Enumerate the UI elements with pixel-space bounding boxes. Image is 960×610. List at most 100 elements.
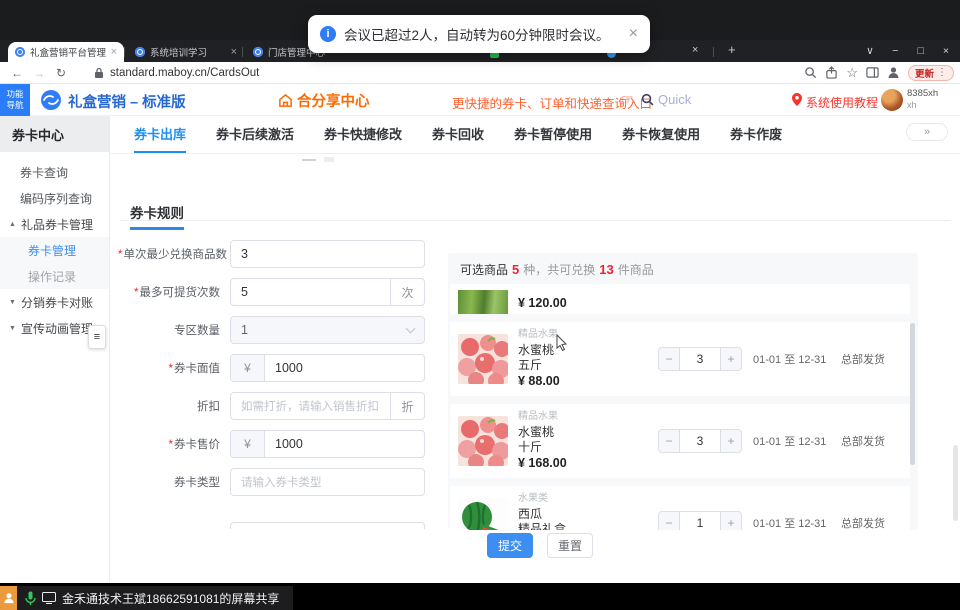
field-label-text: 最多可提货次数 bbox=[140, 287, 221, 299]
sidebar-item-gift-card-management[interactable]: ▲ 礼品券卡管理 bbox=[0, 211, 109, 237]
product-spec: 精品礼盒 bbox=[518, 522, 658, 530]
tab-card-quick-edit[interactable]: 券卡快捷修改 bbox=[324, 116, 402, 153]
card-type-input[interactable] bbox=[231, 469, 424, 495]
bookmark-star-icon[interactable]: ☆ bbox=[846, 66, 858, 79]
username-sub: xh bbox=[907, 100, 938, 111]
double-chevron-right-icon: » bbox=[924, 126, 930, 138]
stepper-plus-button[interactable]: + bbox=[720, 429, 742, 453]
product-date-range: 01-01 至 12-31 bbox=[753, 433, 839, 449]
toolbar-actions: ☆ 更新 ⋮ bbox=[804, 65, 960, 81]
stepper-minus-button[interactable]: − bbox=[658, 429, 680, 453]
collapse-right-button[interactable]: » bbox=[906, 123, 948, 141]
quantity-input[interactable] bbox=[680, 347, 720, 371]
share-center-link[interactable]: 合分享中心 bbox=[278, 90, 370, 111]
scrolled-partial-row bbox=[302, 157, 334, 162]
forward-icon[interactable]: → bbox=[28, 66, 50, 80]
tab-card-outbound[interactable]: 券卡出库 bbox=[134, 116, 186, 153]
tutorial-link[interactable]: 系统使用教程 bbox=[806, 94, 878, 111]
sidebar-item-operation-log[interactable]: 操作记录 bbox=[0, 263, 109, 289]
user-meta: 8385xh xh bbox=[907, 88, 938, 111]
refresh-icon[interactable]: ↻ bbox=[50, 66, 72, 80]
share-center-label: 合分享中心 bbox=[297, 90, 370, 111]
min-exchange-field bbox=[230, 240, 425, 268]
card-rules-form: *单次最少兑换商品数 *最多可提货次数 次 专区数量 1 bbox=[110, 240, 444, 506]
tab-card-void[interactable]: 券卡作废 bbox=[730, 116, 782, 153]
tab-close-icon[interactable]: × bbox=[692, 44, 698, 56]
sale-price-input[interactable] bbox=[265, 431, 424, 457]
new-tab-button[interactable]: + bbox=[728, 42, 736, 57]
zoom-icon[interactable] bbox=[804, 66, 817, 79]
main-scrollbar[interactable] bbox=[953, 445, 958, 521]
browser-tab-gift-admin[interactable]: 礼盒营销平台管理中心 × bbox=[8, 42, 124, 62]
form-row-face-value: *券卡面值 ¥ bbox=[110, 354, 444, 382]
brand-logo-icon bbox=[40, 89, 62, 111]
sharer-avatar-icon bbox=[0, 586, 17, 610]
app-header: 功能 导航 礼盒营销 – 标准版 合分享中心 更快捷的券卡、订单和快递查询入口 … bbox=[0, 84, 960, 116]
quick-label[interactable]: Quick bbox=[658, 92, 691, 107]
window-close-icon[interactable]: × bbox=[936, 45, 956, 57]
stepper-plus-button[interactable]: + bbox=[720, 347, 742, 371]
quick-search-icon[interactable] bbox=[641, 93, 654, 106]
reset-button[interactable]: 重置 bbox=[547, 533, 593, 558]
stepper-minus-button[interactable]: − bbox=[658, 511, 680, 530]
sidebar-item-card-management[interactable]: 券卡管理 bbox=[0, 237, 109, 263]
tab-card-resume[interactable]: 券卡恢复使用 bbox=[622, 116, 700, 153]
tab-favicon-icon bbox=[15, 47, 25, 57]
sidebar-item-label: 编码序列查询 bbox=[20, 190, 92, 207]
window-chevron-icon[interactable]: ∨ bbox=[860, 45, 880, 57]
kebab-menu-icon[interactable]: ⋮ bbox=[937, 67, 947, 78]
submit-button[interactable]: 提交 bbox=[487, 533, 533, 558]
form-row-discount: 折扣 折 bbox=[110, 392, 444, 420]
quantity-input[interactable] bbox=[680, 429, 720, 453]
function-nav-button[interactable]: 功能 导航 bbox=[0, 84, 30, 116]
chrome-update-button[interactable]: 更新 ⋮ bbox=[908, 65, 954, 81]
tab-card-recycle[interactable]: 券卡回收 bbox=[432, 116, 484, 153]
sidebar-collapse-handle[interactable]: ≡ bbox=[88, 325, 106, 349]
face-value-input[interactable] bbox=[265, 355, 424, 381]
product-name: 水蜜桃 bbox=[518, 343, 658, 358]
form-row-zone-count: 专区数量 1 bbox=[110, 316, 444, 344]
window-maximize-icon[interactable]: □ bbox=[911, 45, 931, 57]
profile-icon[interactable] bbox=[887, 66, 900, 79]
browser-tab-training[interactable]: 系统培训学习 × bbox=[128, 42, 244, 62]
min-exchange-input[interactable] bbox=[231, 241, 424, 267]
lock-icon bbox=[94, 67, 104, 79]
tab-close-icon[interactable]: × bbox=[231, 46, 237, 58]
select-value: 1 bbox=[241, 323, 248, 337]
tab-card-activate[interactable]: 券卡后续激活 bbox=[216, 116, 294, 153]
quantity-input[interactable] bbox=[680, 511, 720, 530]
zone-count-select[interactable]: 1 bbox=[230, 316, 425, 344]
stepper-minus-button[interactable]: − bbox=[658, 347, 680, 371]
back-icon[interactable]: ← bbox=[6, 66, 28, 80]
product-price: ¥ 120.00 bbox=[518, 296, 567, 314]
field-label-text: 折扣 bbox=[197, 401, 220, 413]
share-icon[interactable] bbox=[825, 66, 838, 79]
sidebar-item-label: 分销券卡对账 bbox=[21, 294, 93, 311]
address-bar[interactable]: standard.maboy.cn/CardsOut bbox=[94, 67, 259, 79]
tab-card-pause[interactable]: 券卡暂停使用 bbox=[514, 116, 592, 153]
required-mark: * bbox=[169, 439, 173, 451]
close-icon[interactable]: × bbox=[629, 25, 638, 43]
user-avatar[interactable] bbox=[881, 89, 903, 111]
summary-count: 5 bbox=[512, 262, 519, 277]
product-row: 精品水果 水蜜桃 五斤 ¥ 88.00 − + 01-01 至 12-31 总部… bbox=[450, 322, 910, 396]
product-delivery: 总部发货 bbox=[841, 351, 885, 367]
sale-price-field: ¥ bbox=[230, 430, 425, 458]
sidebar-item-card-query[interactable]: 券卡查询 bbox=[0, 159, 109, 185]
quantity-stepper: − + bbox=[658, 347, 742, 371]
side-panel-icon[interactable] bbox=[866, 66, 879, 79]
window-controls: ∨ − □ × bbox=[860, 40, 956, 62]
product-delivery: 总部发货 bbox=[841, 433, 885, 449]
stepper-plus-button[interactable]: + bbox=[720, 511, 742, 530]
mouse-cursor bbox=[556, 334, 568, 352]
window-minimize-icon[interactable]: − bbox=[885, 45, 905, 57]
summary-label: 可选商品 bbox=[460, 261, 508, 278]
sidebar-item-distribution-reconciliation[interactable]: ▼ 分销券卡对账 bbox=[0, 289, 109, 315]
field-label-text: 单次最少兑换商品数 bbox=[123, 249, 227, 261]
panel-scrollbar[interactable] bbox=[910, 323, 915, 465]
product-spec: 十斤 bbox=[518, 440, 658, 455]
max-pickup-input[interactable] bbox=[231, 279, 390, 305]
sidebar-item-code-sequence-query[interactable]: 编码序列查询 bbox=[0, 185, 109, 211]
tab-close-icon[interactable]: × bbox=[111, 46, 117, 58]
discount-input[interactable] bbox=[231, 393, 390, 419]
